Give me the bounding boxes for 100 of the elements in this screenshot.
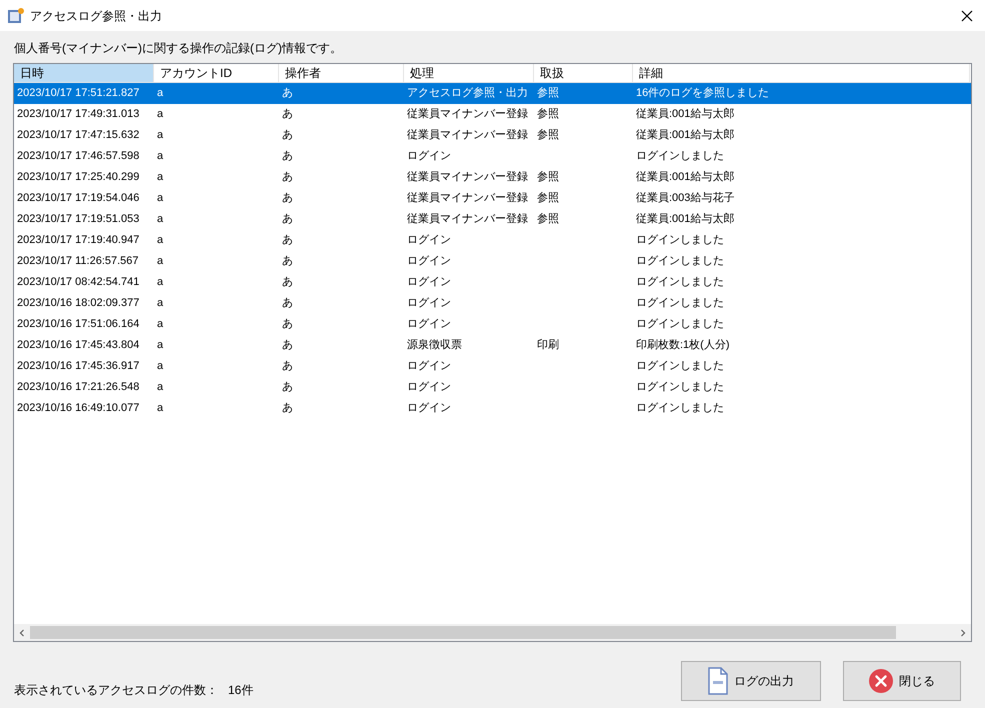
table-cell: あ [282, 213, 293, 226]
table-cell: a [157, 255, 164, 268]
export-button[interactable]: ログの出力 [681, 661, 821, 701]
table-cell: ログイン [407, 402, 451, 414]
table-cell: アクセスログ参照・出力 [407, 87, 528, 100]
table-cell: 2023/10/17 17:19:51.053 [17, 213, 140, 226]
column-header[interactable]: 日時 [14, 64, 154, 82]
table-row[interactable]: 2023/10/17 17:47:15.632 a あ 従業員マイナンバー登録 参照 従業員:001給与太郎 [14, 125, 971, 146]
table-cell: ログイン [407, 150, 451, 162]
scroll-left-icon[interactable] [18, 628, 26, 636]
table-cell: ログインしました [636, 402, 724, 414]
table-cell: ログインしました [636, 360, 724, 372]
table-cell: a [157, 297, 164, 310]
table-cell: あ [282, 129, 293, 142]
table-cell: 従業員:001給与太郎 [636, 108, 734, 120]
table-cell: 従業員マイナンバー登録 [407, 192, 528, 204]
scroll-right-icon[interactable] [959, 628, 967, 636]
table-cell: 2023/10/17 17:51:21.827 [17, 87, 140, 100]
table-cell: あ [282, 297, 293, 310]
table-cell: 2023/10/17 11:26:57.567 [17, 255, 139, 268]
table-cell: ログインしました [636, 318, 724, 330]
table-cell: あ [282, 171, 293, 184]
table-cell: 2023/10/17 17:19:54.046 [17, 192, 140, 204]
table-cell: あ [282, 318, 293, 330]
table-row[interactable]: 2023/10/17 17:19:40.947 a あ ログイン ログインしました [14, 230, 971, 251]
table-cell: あ [282, 108, 293, 120]
table-row[interactable]: 2023/10/17 17:49:31.013 a あ 従業員マイナンバー登録 参照 従業員:001給与太郎 [14, 104, 971, 125]
count-value: 16件 [228, 682, 254, 699]
table-row[interactable]: 2023/10/16 17:45:36.917 a あ ログイン ログインしました [14, 356, 971, 377]
table-cell: ログインしました [636, 234, 724, 246]
table-cell: ログイン [407, 381, 451, 394]
table-row[interactable]: 2023/10/17 08:42:54.741 a あ ログイン ログインしました [14, 272, 971, 293]
table-row[interactable]: 2023/10/17 17:51:21.827 a あ アクセスログ参照・出力 参照 16件のログを参照しました [14, 83, 971, 104]
horizontal-scrollbar[interactable] [14, 624, 971, 641]
table-cell: ログインしました [636, 255, 724, 268]
table-cell: あ [282, 381, 293, 394]
table-cell: あ [282, 150, 293, 162]
table-cell: 従業員:001給与太郎 [636, 213, 734, 226]
table-cell: あ [282, 402, 293, 414]
table-cell: 参照 [537, 192, 559, 204]
table-cell: 2023/10/17 17:47:15.632 [17, 129, 140, 142]
table-cell: ログイン [407, 360, 451, 372]
table-cell: 2023/10/17 08:42:54.741 [17, 276, 140, 288]
count-label: 表示されているアクセスログの件数： [14, 682, 218, 699]
table-cell: 2023/10/17 17:46:57.598 [17, 150, 140, 162]
table-row[interactable]: 2023/10/16 16:49:10.077 a あ ログイン ログインしました [14, 398, 971, 419]
table-row[interactable]: 2023/10/16 18:02:09.377 a あ ログイン ログインしました [14, 293, 971, 314]
table-row[interactable]: 2023/10/16 17:45:43.804 a あ 源泉徴収票 印刷 印刷枚数:1枚(人分) [14, 335, 971, 356]
table-cell: ログイン [407, 234, 451, 246]
table-row[interactable]: 2023/10/16 17:21:26.548 a あ ログイン ログインしました [14, 377, 971, 398]
table-cell: ログインしました [636, 297, 724, 310]
table-cell: あ [282, 234, 293, 246]
table-cell: 2023/10/16 17:21:26.548 [17, 381, 140, 394]
table-cell: a [157, 360, 164, 372]
table-cell: 従業員:001給与太郎 [636, 129, 734, 142]
table-cell: 従業員:003給与花子 [636, 192, 734, 204]
table-cell: 2023/10/16 17:45:36.917 [17, 360, 140, 372]
table-cell: 参照 [537, 87, 559, 100]
table-cell: 従業員マイナンバー登録 [407, 171, 528, 184]
table-cell: 2023/10/16 17:51:06.164 [17, 318, 140, 330]
table-row[interactable]: 2023/10/17 17:46:57.598 a あ ログイン ログインしました [14, 146, 971, 167]
table-cell: 参照 [537, 213, 559, 226]
table-cell: ログイン [407, 276, 451, 288]
table-cell: あ [282, 339, 293, 352]
table-cell: a [157, 87, 164, 100]
table-cell: a [157, 192, 164, 204]
close-icon[interactable] [961, 10, 973, 22]
window-title: アクセスログ参照・出力 [30, 8, 162, 24]
table-row[interactable]: 2023/10/17 17:25:40.299 a あ 従業員マイナンバー登録 参照 従業員:001給与太郎 [14, 167, 971, 188]
table-cell: 参照 [537, 171, 559, 184]
table-cell: a [157, 276, 164, 288]
table-cell: 2023/10/17 17:19:40.947 [17, 234, 140, 246]
table-cell: あ [282, 87, 293, 100]
table-cell: a [157, 171, 164, 184]
description-text: 個人番号(マイナンバー)に関する操作の記録(ログ)情報です。 [14, 41, 342, 55]
table-row[interactable]: 2023/10/16 17:51:06.164 a あ ログイン ログインしました [14, 314, 971, 335]
table-cell: a [157, 318, 164, 330]
table-cell: 2023/10/16 17:45:43.804 [17, 339, 140, 352]
table-row[interactable]: 2023/10/17 11:26:57.567 a あ ログイン ログインしました [14, 251, 971, 272]
table-cell: 印刷 [537, 339, 559, 352]
table-cell: a [157, 213, 164, 226]
table-cell: a [157, 234, 164, 246]
table-cell: 2023/10/17 17:25:40.299 [17, 171, 140, 184]
table-cell: a [157, 150, 164, 162]
table-cell: 16件のログを参照しました [636, 87, 770, 100]
table-row[interactable]: 2023/10/17 17:19:51.053 a あ 従業員マイナンバー登録 参照 従業員:001給与太郎 [14, 209, 971, 230]
table-cell: 参照 [537, 108, 559, 120]
table-cell: ログインしました [636, 381, 724, 394]
table-cell: あ [282, 255, 293, 268]
scrollbar-thumb[interactable] [30, 626, 896, 639]
table-row[interactable]: 2023/10/17 17:19:54.046 a あ 従業員マイナンバー登録 参照 従業員:003給与花子 [14, 188, 971, 209]
table-cell: ログインしました [636, 276, 724, 288]
table-cell: 2023/10/16 18:02:09.377 [17, 297, 140, 310]
document-icon [708, 667, 728, 695]
table-cell: a [157, 339, 164, 352]
table-cell: a [157, 381, 164, 394]
table-cell: 従業員マイナンバー登録 [407, 108, 528, 120]
close-button[interactable]: 閉じる [843, 661, 961, 701]
close-icon [869, 669, 893, 693]
table-cell: あ [282, 276, 293, 288]
